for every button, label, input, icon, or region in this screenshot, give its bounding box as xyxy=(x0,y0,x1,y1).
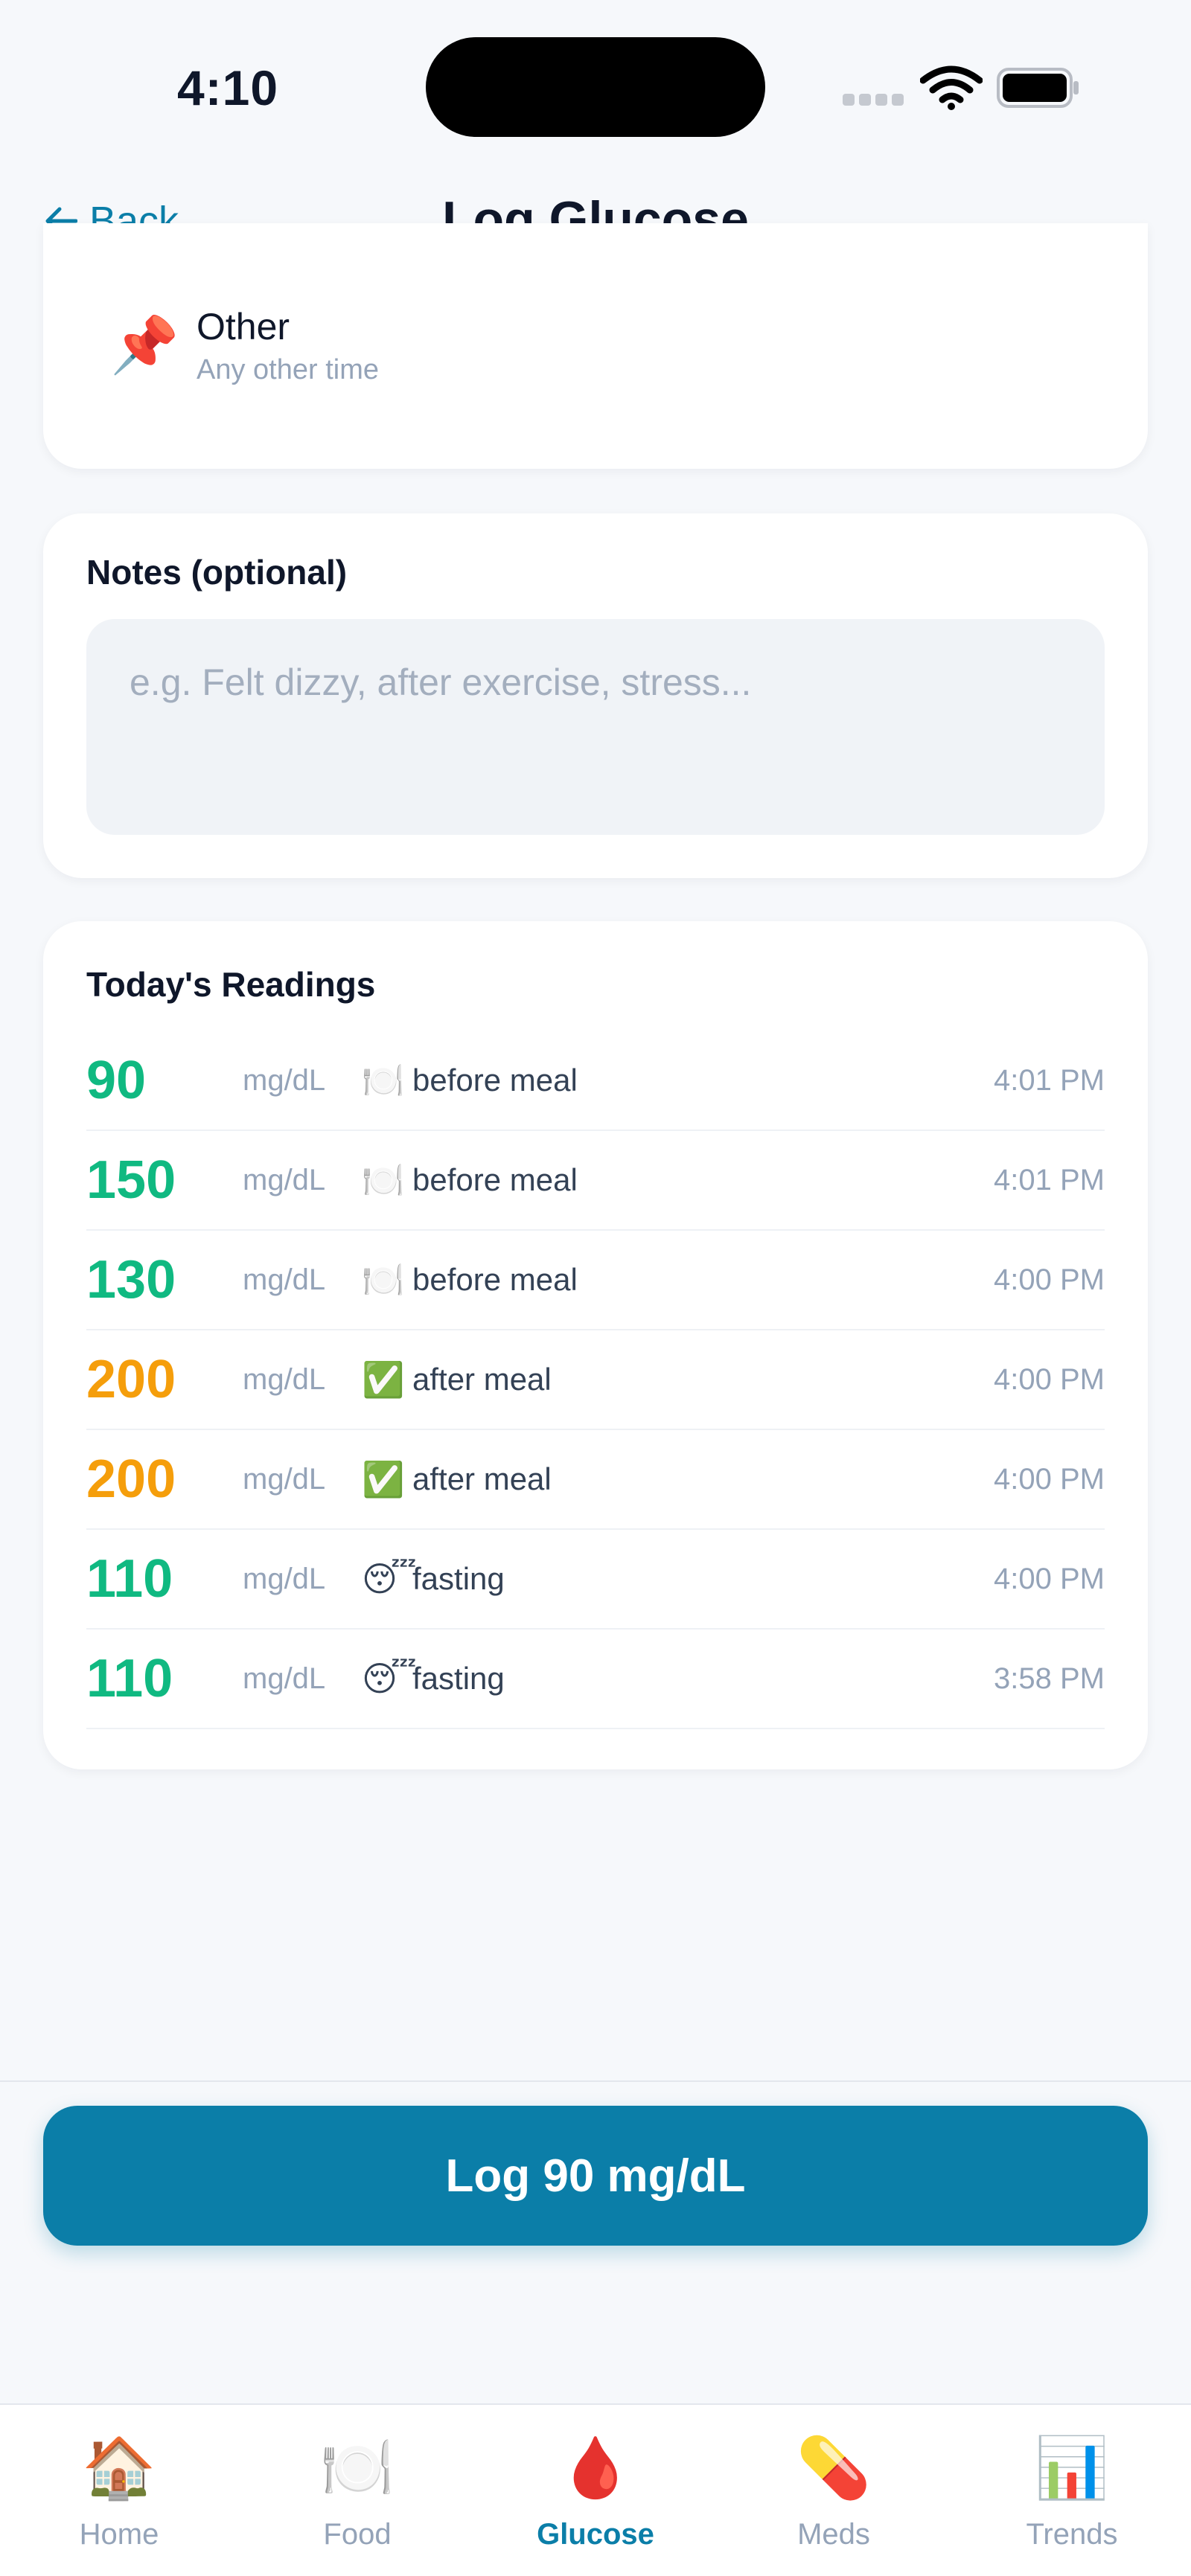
log-glucose-screen: 4:10 Back Log Glucose 📌 Other Any other … xyxy=(0,0,1191,2576)
reading-time: 3:58 PM xyxy=(994,1662,1105,1695)
cellular-signal-icon xyxy=(843,94,908,109)
readings-list: 90 mg/dL 🍽️ before meal 4:01 PM 150 mg/dL 🍽️ bef… xyxy=(86,1031,1105,1729)
reading-tag: ✅ after meal xyxy=(362,1359,552,1400)
notes-input[interactable] xyxy=(86,619,1105,835)
todays-readings-card: Today's Readings 90 mg/dL 🍽️ before meal 4:0… xyxy=(43,921,1148,1769)
check-mark-icon: ✅ xyxy=(362,1459,405,1499)
reading-tag-label: fasting xyxy=(412,1661,505,1696)
reading-row[interactable]: 110 mg/dL 😴 fasting 4:00 PM xyxy=(86,1530,1105,1630)
sleeping-face-icon: 😴 xyxy=(362,1560,417,1598)
tab-label: Food xyxy=(323,2518,392,2551)
plate-icon: 🍽️ xyxy=(362,1260,405,1299)
reading-unit: mg/dL xyxy=(243,1562,326,1595)
reading-unit: mg/dL xyxy=(243,1362,326,1396)
reading-value: 110 xyxy=(86,1649,173,1708)
tab-label: Glucose xyxy=(537,2518,654,2551)
tab-label: Trends xyxy=(1026,2518,1118,2551)
reading-tag: 😴 fasting xyxy=(362,1559,505,1599)
reading-unit: mg/dL xyxy=(243,1263,326,1296)
reading-row[interactable]: 130 mg/dL 🍽️ before meal 4:00 PM xyxy=(86,1231,1105,1330)
log-reading-button[interactable]: Log 90 mg/dL xyxy=(43,2106,1148,2246)
reading-tag-label: before meal xyxy=(412,1262,578,1297)
tab-trends[interactable]: 📊 Trends xyxy=(953,2427,1191,2576)
sleeping-face-icon: 😴 xyxy=(362,1659,417,1698)
reading-time: 4:01 PM xyxy=(994,1063,1105,1097)
house-icon: 🏠 xyxy=(82,2435,156,2501)
tab-meds[interactable]: 💊 Meds xyxy=(715,2427,953,2576)
reading-value: 200 xyxy=(86,1350,176,1409)
meal-option-title: Other xyxy=(197,306,290,347)
notes-card: Notes (optional) xyxy=(43,513,1148,878)
reading-tag-label: before meal xyxy=(412,1063,578,1098)
reading-value: 150 xyxy=(86,1150,176,1210)
reading-row[interactable]: 200 mg/dL ✅ after meal 4:00 PM xyxy=(86,1330,1105,1430)
readings-title: Today's Readings xyxy=(86,965,376,1004)
action-divider xyxy=(0,2080,1191,2082)
tab-bar: 🏠 Home 🍽️ Food 🩸 Glucose 💊 Meds 📊 Trends xyxy=(0,2403,1191,2576)
meal-option-other[interactable]: 📌 Other Any other time xyxy=(110,305,379,386)
meal-option-subtitle: Any other time xyxy=(197,354,379,385)
blood-drop-icon: 🩸 xyxy=(558,2435,633,2501)
reading-time: 4:00 PM xyxy=(994,1562,1105,1595)
tab-label: Meds xyxy=(797,2518,870,2551)
reading-value: 130 xyxy=(86,1250,176,1310)
reading-time: 4:00 PM xyxy=(994,1462,1105,1496)
reading-row[interactable]: 200 mg/dL ✅ after meal 4:00 PM xyxy=(86,1430,1105,1530)
reading-time: 4:00 PM xyxy=(994,1263,1105,1296)
reading-unit: mg/dL xyxy=(243,1163,326,1196)
reading-tag: ✅ after meal xyxy=(362,1459,552,1500)
status-time: 4:10 xyxy=(176,60,279,115)
wifi-icon xyxy=(920,65,983,110)
dynamic-island xyxy=(426,37,765,137)
reading-tag: 🍽️ before meal xyxy=(362,1260,578,1301)
reading-unit: mg/dL xyxy=(243,1662,326,1695)
tab-food[interactable]: 🍽️ Food xyxy=(238,2427,476,2576)
tab-label: Home xyxy=(79,2518,159,2551)
pill-icon: 💊 xyxy=(796,2435,871,2501)
reading-tag-label: fasting xyxy=(412,1561,505,1596)
reading-tag: 🍽️ before meal xyxy=(362,1060,578,1101)
pushpin-icon: 📌 xyxy=(110,314,179,376)
reading-value: 110 xyxy=(86,1549,173,1609)
reading-value: 200 xyxy=(86,1449,176,1509)
reading-tag-label: after meal xyxy=(412,1362,552,1397)
tab-glucose[interactable]: 🩸 Glucose xyxy=(476,2427,715,2576)
reading-row[interactable]: 110 mg/dL 😴 fasting 3:58 PM xyxy=(86,1630,1105,1729)
tab-home[interactable]: 🏠 Home xyxy=(0,2427,238,2576)
reading-tag-label: before meal xyxy=(412,1162,578,1197)
plate-icon: 🍽️ xyxy=(362,1060,405,1100)
reading-unit: mg/dL xyxy=(243,1462,326,1496)
reading-tag: 🍽️ before meal xyxy=(362,1160,578,1201)
reading-row[interactable]: 90 mg/dL 🍽️ before meal 4:01 PM xyxy=(86,1031,1105,1131)
bar-chart-icon: 📊 xyxy=(1035,2435,1109,2501)
plate-icon: 🍽️ xyxy=(320,2435,395,2501)
reading-time: 4:01 PM xyxy=(994,1163,1105,1196)
plate-icon: 🍽️ xyxy=(362,1160,405,1199)
reading-tag-label: after meal xyxy=(412,1461,552,1496)
reading-unit: mg/dL xyxy=(243,1063,326,1097)
notes-label: Notes (optional) xyxy=(86,553,348,592)
check-mark-icon: ✅ xyxy=(362,1359,405,1399)
battery-icon xyxy=(997,68,1079,108)
reading-time: 4:00 PM xyxy=(994,1362,1105,1396)
reading-row[interactable]: 150 mg/dL 🍽️ before meal 4:01 PM xyxy=(86,1131,1105,1231)
meal-timing-card: 📌 Other Any other time xyxy=(43,223,1148,469)
reading-value: 90 xyxy=(86,1051,147,1110)
reading-tag: 😴 fasting xyxy=(362,1659,505,1699)
